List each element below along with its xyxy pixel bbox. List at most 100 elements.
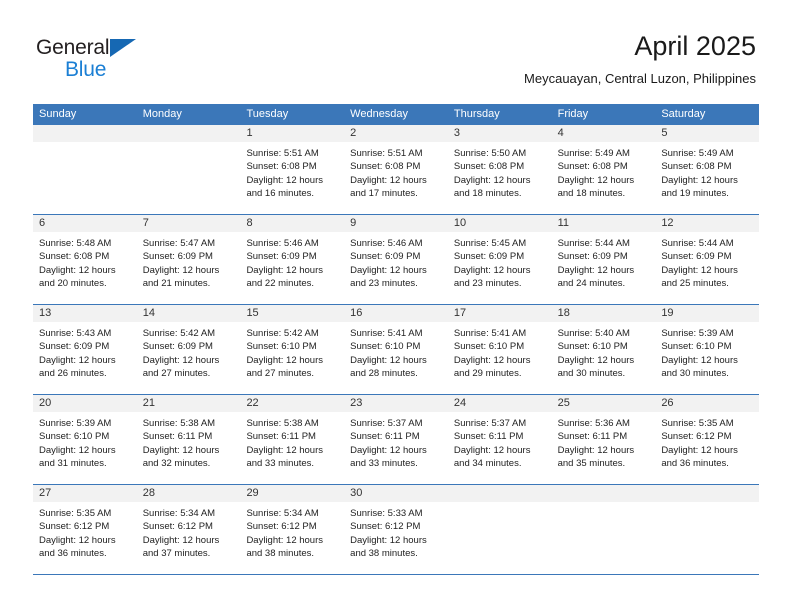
day-sunset-text: Sunset: 6:12 PM: [246, 521, 317, 533]
day-sunset-text: Sunset: 6:09 PM: [246, 251, 317, 263]
day-sunrise-text: Sunrise: 5:49 AM: [661, 148, 734, 159]
day-number: 28: [136, 485, 241, 502]
day-daylight-line1-text: Daylight: 12 hours: [142, 354, 220, 366]
calendar-grid: Sunday Monday Tuesday Wednesday Thursday Frid…: [33, 104, 760, 575]
day-cell[interactable]: 10 Sunrise: 5:45 AM Sunset: 6:09 PM Dayligh…: [447, 215, 552, 304]
day-cell[interactable]: 20 Sunrise: 5:39 AM Sunset: 6:10 PM Dayligh…: [33, 395, 137, 484]
day-cell[interactable]: 18 Sunrise: 5:40 AM Sunset: 6:10 PM Dayligh…: [551, 305, 656, 394]
day-cell[interactable]: 21 Sunrise: 5:38 AM Sunset: 6:11 PM Dayligh…: [136, 395, 241, 484]
day-daylight-line2-text: and 27 minutes.: [246, 368, 315, 380]
day-cell[interactable]: 7 Sunrise: 5:47 AM Sunset: 6:09 PM Daylight…: [136, 215, 241, 304]
day-sunset-text: Sunset: 6:09 PM: [39, 341, 110, 353]
day-cell[interactable]: 13 Sunrise: 5:43 AM Sunset: 6:09 PM Dayligh…: [33, 305, 137, 394]
day-details: Sunrise: 5:35 AM Sunset: 6:12 PM Daylight:…: [655, 412, 759, 471]
day-cell[interactable]: 9 Sunrise: 5:46 AM Sunset: 6:09 PM Daylight…: [344, 215, 448, 304]
day-sunrise-text: Sunrise: 5:39 AM: [39, 418, 112, 429]
day-sunrise-text: Sunrise: 5:34 AM: [246, 508, 319, 519]
day-details: Sunrise: 5:51 AM Sunset: 6:08 PM Daylight:…: [240, 142, 344, 201]
page-title: April 2025: [634, 31, 756, 61]
day-cell[interactable]: 6 Sunrise: 5:48 AM Sunset: 6:08 PM Daylight…: [33, 215, 137, 304]
day-details: Sunrise: 5:42 AM Sunset: 6:10 PM Daylight:…: [240, 322, 344, 381]
day-cell[interactable]: 16 Sunrise: 5:41 AM Sunset: 6:10 PM Dayligh…: [344, 305, 448, 394]
general-blue-logo: General Blue: [36, 36, 216, 86]
day-sunset-text: Sunset: 6:10 PM: [661, 341, 732, 353]
weekday-header-saturday: Saturday: [661, 108, 706, 120]
day-details: Sunrise: 5:33 AM Sunset: 6:12 PM Daylight:…: [344, 502, 448, 561]
day-cell[interactable]: 27 Sunrise: 5:35 AM Sunset: 6:12 PM Dayligh…: [33, 485, 137, 574]
day-cell[interactable]: 22 Sunrise: 5:38 AM Sunset: 6:11 PM Dayligh…: [240, 395, 345, 484]
day-sunrise-text: Sunrise: 5:37 AM: [350, 418, 423, 429]
day-number: [551, 485, 656, 502]
logo-text-general: General: [36, 36, 110, 59]
day-sunset-text: Sunset: 6:09 PM: [142, 341, 213, 353]
day-cell[interactable]: 26 Sunrise: 5:35 AM Sunset: 6:12 PM Dayligh…: [655, 395, 760, 484]
day-cell[interactable]: 11 Sunrise: 5:44 AM Sunset: 6:09 PM Dayligh…: [551, 215, 656, 304]
weekday-header-row: Sunday Monday Tuesday Wednesday Thursday Frid…: [33, 104, 759, 125]
day-cell[interactable]: 1 Sunrise: 5:51 AM Sunset: 6:08 PM Daylight…: [240, 125, 345, 214]
day-cell[interactable]: 8 Sunrise: 5:46 AM Sunset: 6:09 PM Daylight…: [240, 215, 345, 304]
day-daylight-line2-text: and 20 minutes.: [39, 278, 107, 290]
day-details: Sunrise: 5:49 AM Sunset: 6:08 PM Daylight:…: [655, 142, 759, 201]
day-cell[interactable]: 15 Sunrise: 5:42 AM Sunset: 6:10 PM Dayligh…: [240, 305, 345, 394]
day-number: 24: [447, 395, 552, 412]
day-sunrise-text: Sunrise: 5:38 AM: [142, 418, 216, 429]
day-sunrise-text: Sunrise: 5:42 AM: [246, 328, 319, 339]
day-details: Sunrise: 5:44 AM Sunset: 6:09 PM Daylight:…: [552, 232, 656, 291]
day-cell[interactable]: 17 Sunrise: 5:41 AM Sunset: 6:10 PM Dayligh…: [447, 305, 552, 394]
day-daylight-line1-text: Daylight: 12 hours: [246, 444, 324, 456]
day-cell[interactable]: 28 Sunrise: 5:34 AM Sunset: 6:12 PM Dayligh…: [136, 485, 241, 574]
day-number: 7: [136, 215, 241, 232]
day-sunrise-text: Sunrise: 5:37 AM: [453, 418, 527, 429]
day-number: 10: [447, 215, 552, 232]
day-cell[interactable]: 2 Sunrise: 5:51 AM Sunset: 6:08 PM Daylight…: [344, 125, 448, 214]
day-details: Sunrise: 5:35 AM Sunset: 6:12 PM Daylight:…: [33, 502, 137, 561]
weekday-header-friday: Friday: [557, 108, 589, 120]
day-cell[interactable]: 30 Sunrise: 5:33 AM Sunset: 6:12 PM Dayligh…: [344, 485, 448, 574]
day-details: Sunrise: 5:37 AM Sunset: 6:11 PM Daylight:…: [448, 412, 552, 471]
day-number: 30: [344, 485, 448, 502]
day-sunset-text: Sunset: 6:11 PM: [142, 431, 213, 443]
day-cell[interactable]: 5 Sunrise: 5:49 AM Sunset: 6:08 PM Daylight…: [655, 125, 760, 214]
day-sunrise-text: Sunrise: 5:50 AM: [453, 148, 527, 159]
day-sunrise-text: Sunrise: 5:44 AM: [661, 238, 734, 249]
day-sunrise-text: Sunrise: 5:42 AM: [142, 328, 216, 339]
day-daylight-line1-text: Daylight: 12 hours: [142, 534, 220, 546]
day-number: [136, 125, 241, 142]
day-daylight-line1-text: Daylight: 12 hours: [246, 354, 324, 366]
day-details: Sunrise: 5:40 AM Sunset: 6:10 PM Daylight:…: [552, 322, 656, 381]
day-number: 2: [344, 125, 448, 142]
day-number: [33, 125, 137, 142]
title-block: April 2025 Meycauayan, Central Luzon, Ph…: [524, 30, 756, 88]
day-cell[interactable]: 29 Sunrise: 5:34 AM Sunset: 6:12 PM Dayligh…: [240, 485, 345, 574]
weekday-header-thursday: Thursday: [453, 108, 500, 120]
day-daylight-line2-text: and 36 minutes.: [661, 458, 729, 470]
day-details: Sunrise: 5:34 AM Sunset: 6:12 PM Daylight:…: [137, 502, 241, 561]
day-cell[interactable]: 24 Sunrise: 5:37 AM Sunset: 6:11 PM Dayligh…: [447, 395, 552, 484]
day-daylight-line1-text: Daylight: 12 hours: [246, 534, 324, 546]
day-cell[interactable]: 12 Sunrise: 5:44 AM Sunset: 6:09 PM Dayligh…: [655, 215, 760, 304]
day-daylight-line1-text: Daylight: 12 hours: [661, 264, 738, 276]
day-daylight-line2-text: and 35 minutes.: [557, 458, 626, 470]
day-sunset-text: Sunset: 6:11 PM: [453, 431, 524, 443]
day-sunset-text: Sunset: 6:09 PM: [453, 251, 525, 263]
day-daylight-line2-text: and 18 minutes.: [557, 188, 626, 200]
day-cell[interactable]: 3 Sunrise: 5:50 AM Sunset: 6:08 PM Daylight…: [447, 125, 552, 214]
day-daylight-line2-text: and 21 minutes.: [142, 278, 211, 290]
day-sunrise-text: Sunrise: 5:35 AM: [661, 418, 734, 429]
day-number: 11: [551, 215, 656, 232]
day-sunset-text: Sunset: 6:08 PM: [453, 161, 525, 173]
day-number: 27: [33, 485, 137, 502]
day-daylight-line1-text: Daylight: 12 hours: [557, 264, 635, 276]
day-cell[interactable]: 14 Sunrise: 5:42 AM Sunset: 6:09 PM Dayligh…: [136, 305, 241, 394]
day-cell[interactable]: 23 Sunrise: 5:37 AM Sunset: 6:11 PM Dayligh…: [344, 395, 448, 484]
day-cell[interactable]: 25 Sunrise: 5:36 AM Sunset: 6:11 PM Dayligh…: [551, 395, 656, 484]
day-cell[interactable]: 4 Sunrise: 5:49 AM Sunset: 6:08 PM Daylight…: [551, 125, 656, 214]
day-cell[interactable]: 19 Sunrise: 5:39 AM Sunset: 6:10 PM Dayligh…: [655, 305, 760, 394]
day-details: Sunrise: 5:49 AM Sunset: 6:08 PM Daylight:…: [552, 142, 656, 201]
day-daylight-line2-text: and 30 minutes.: [661, 368, 729, 380]
day-number: 1: [240, 125, 345, 142]
day-sunrise-text: Sunrise: 5:35 AM: [39, 508, 112, 519]
day-daylight-line1-text: Daylight: 12 hours: [557, 174, 635, 186]
day-details: [448, 502, 552, 507]
day-daylight-line1-text: Daylight: 12 hours: [350, 354, 427, 366]
